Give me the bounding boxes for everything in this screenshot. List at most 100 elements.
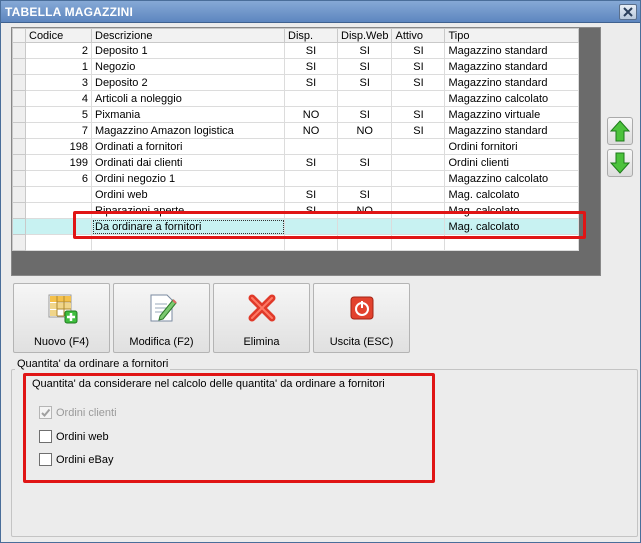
- cell-disp-web[interactable]: [336, 234, 393, 251]
- row-indicator[interactable]: [12, 186, 26, 203]
- cell-tipo[interactable]: Magazzino standard: [444, 42, 580, 59]
- row-indicator[interactable]: [12, 170, 26, 187]
- checkbox-ordini-web-box[interactable]: [39, 430, 52, 443]
- cell-attivo[interactable]: [391, 202, 446, 219]
- row-indicator[interactable]: [12, 154, 26, 171]
- cell-attivo[interactable]: [391, 154, 446, 171]
- cell-descrizione[interactable]: Deposito 1: [91, 42, 285, 59]
- row-indicator[interactable]: [12, 218, 26, 235]
- column-header-codice[interactable]: Codice: [25, 28, 92, 43]
- row-indicator[interactable]: [12, 122, 26, 139]
- cell-disp-web[interactable]: SI: [336, 74, 393, 91]
- table-row[interactable]: 4 Articoli a noleggio Magazzino calcolato: [12, 90, 580, 107]
- table-row[interactable]: 198 Ordinati a fornitori Ordini fornitori: [12, 138, 580, 155]
- cell-codice[interactable]: [25, 218, 92, 235]
- cell-disp-web[interactable]: [336, 90, 393, 107]
- cell-disp[interactable]: SI: [284, 202, 338, 219]
- cell-descrizione[interactable]: Ordinati dai clienti: [91, 154, 285, 171]
- cell-disp[interactable]: SI: [284, 154, 338, 171]
- cell-codice[interactable]: 7: [25, 122, 92, 139]
- cell-descrizione[interactable]: Ordini negozio 1: [91, 170, 285, 187]
- cell-disp-web[interactable]: SI: [336, 58, 393, 75]
- checkbox-ordini-ebay-box[interactable]: [39, 453, 52, 466]
- edit-button[interactable]: Modifica (F2): [113, 283, 210, 353]
- row-indicator[interactable]: [12, 202, 26, 219]
- table-row[interactable]: Riparazioni aperte SI NO Mag. calcolato: [12, 202, 580, 219]
- column-header-tipo[interactable]: Tipo: [444, 28, 580, 43]
- cell-codice[interactable]: 2: [25, 42, 92, 59]
- row-indicator[interactable]: [12, 138, 26, 155]
- cell-disp[interactable]: [284, 90, 338, 107]
- cell-tipo[interactable]: Magazzino virtuale: [444, 106, 580, 123]
- exit-button[interactable]: Uscita (ESC): [313, 283, 410, 353]
- cell-attivo[interactable]: SI: [391, 74, 446, 91]
- cell-codice[interactable]: 199: [25, 154, 92, 171]
- cell-disp-web[interactable]: SI: [336, 186, 393, 203]
- cell-codice[interactable]: 6: [25, 170, 92, 187]
- cell-tipo[interactable]: Ordini fornitori: [444, 138, 580, 155]
- cell-codice[interactable]: 5: [25, 106, 92, 123]
- cell-disp[interactable]: NO: [284, 106, 338, 123]
- cell-disp-web[interactable]: SI: [336, 154, 393, 171]
- column-header-descrizione[interactable]: Descrizione: [91, 28, 285, 43]
- cell-tipo[interactable]: Magazzino standard: [444, 122, 580, 139]
- table-row[interactable]: Da ordinare a fornitori Mag. calcolato: [12, 218, 580, 235]
- cell-codice[interactable]: 4: [25, 90, 92, 107]
- cell-attivo[interactable]: [391, 186, 446, 203]
- cell-disp-web[interactable]: [336, 138, 393, 155]
- table-row[interactable]: Ordini web SI SI Mag. calcolato: [12, 186, 580, 203]
- checkbox-ordini-ebay[interactable]: Ordini eBay: [39, 453, 113, 466]
- table-row[interactable]: 5 Pixmania NO SI SI Magazzino virtuale: [12, 106, 580, 123]
- row-indicator[interactable]: [12, 42, 26, 59]
- cell-descrizione[interactable]: Ordini web: [91, 186, 285, 203]
- cell-attivo[interactable]: SI: [391, 106, 446, 123]
- cell-attivo[interactable]: [391, 234, 446, 251]
- checkbox-ordini-clienti[interactable]: Ordini clienti: [39, 406, 117, 419]
- column-header-disp[interactable]: Disp.: [284, 28, 338, 43]
- cell-tipo[interactable]: Mag. calcolato: [444, 218, 580, 235]
- cell-descrizione[interactable]: Negozio: [91, 58, 285, 75]
- warehouse-grid[interactable]: Codice Descrizione Disp. Disp.Web Attivo…: [11, 27, 601, 276]
- table-row[interactable]: 7 Magazzino Amazon logistica NO NO SI Magazzi…: [12, 122, 580, 139]
- cell-disp-web[interactable]: [336, 170, 393, 187]
- cell-attivo[interactable]: [391, 138, 446, 155]
- cell-tipo[interactable]: Mag. calcolato: [444, 202, 580, 219]
- row-indicator[interactable]: [12, 234, 26, 251]
- cell-descrizione[interactable]: Articoli a noleggio: [91, 90, 285, 107]
- move-up-button[interactable]: [607, 117, 633, 145]
- cell-disp[interactable]: [284, 138, 338, 155]
- cell-tipo[interactable]: [444, 234, 580, 251]
- cell-codice[interactable]: 1: [25, 58, 92, 75]
- cell-attivo[interactable]: SI: [391, 42, 446, 59]
- cell-attivo[interactable]: SI: [391, 122, 446, 139]
- cell-disp[interactable]: SI: [284, 74, 338, 91]
- move-down-button[interactable]: [607, 149, 633, 177]
- cell-codice[interactable]: [25, 202, 92, 219]
- new-button[interactable]: Nuovo (F4): [13, 283, 110, 353]
- cell-disp-web[interactable]: SI: [336, 106, 393, 123]
- cell-descrizione[interactable]: Deposito 2: [91, 74, 285, 91]
- table-row[interactable]: 1 Negozio SI SI SI Magazzino standard: [12, 58, 580, 75]
- cell-disp-web[interactable]: NO: [336, 202, 393, 219]
- cell-disp[interactable]: NO: [284, 122, 338, 139]
- cell-attivo[interactable]: SI: [391, 58, 446, 75]
- row-indicator[interactable]: [12, 74, 26, 91]
- cell-tipo[interactable]: Magazzino standard: [444, 58, 580, 75]
- cell-tipo[interactable]: Mag. calcolato: [444, 186, 580, 203]
- cell-disp-web[interactable]: [336, 218, 393, 235]
- row-indicator[interactable]: [12, 106, 26, 123]
- close-button[interactable]: [619, 4, 637, 20]
- cell-attivo[interactable]: [391, 170, 446, 187]
- cell-tipo[interactable]: Ordini clienti: [444, 154, 580, 171]
- cell-codice[interactable]: [25, 186, 92, 203]
- row-indicator[interactable]: [12, 58, 26, 75]
- table-row[interactable]: 199 Ordinati dai clienti SI SI Ordini client…: [12, 154, 580, 171]
- cell-descrizione[interactable]: [91, 234, 285, 251]
- cell-descrizione[interactable]: Pixmania: [91, 106, 285, 123]
- cell-disp[interactable]: [284, 234, 338, 251]
- delete-button[interactable]: Elimina: [213, 283, 310, 353]
- cell-disp[interactable]: SI: [284, 58, 338, 75]
- cell-codice[interactable]: 198: [25, 138, 92, 155]
- cell-descrizione[interactable]: Ordinati a fornitori: [91, 138, 285, 155]
- cell-attivo[interactable]: [391, 90, 446, 107]
